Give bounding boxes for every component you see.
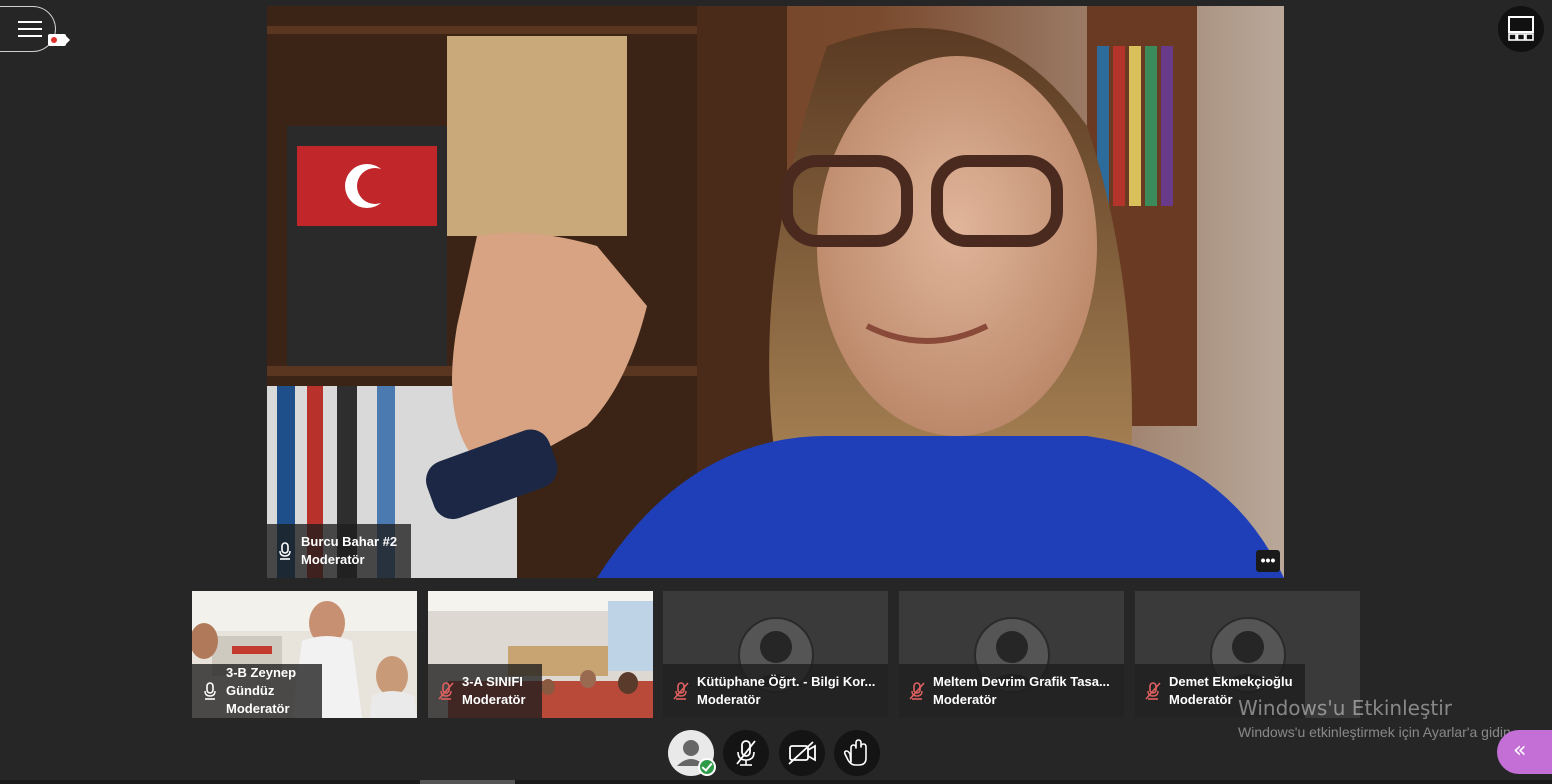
open-panel-button[interactable]: « xyxy=(1497,730,1552,774)
layout-grid-icon xyxy=(1508,16,1534,41)
participant-tile[interactable]: Kütüphane Öğrt. - Bilgi Kor... Moderatör xyxy=(663,591,888,718)
participant-tile[interactable]: 3-A SINIFI Moderatör xyxy=(428,591,653,718)
participant-role: Moderatör xyxy=(462,692,526,707)
participant-name: Kütüphane Öğrt. - Bilgi Kor... xyxy=(697,674,876,689)
participant-tile[interactable]: Meltem Devrim Grafik Tasa... Moderatör xyxy=(899,591,1124,718)
participant-name: 3-A SINIFI xyxy=(462,674,523,689)
activation-watermark-title: Windows'u Etkinleştir xyxy=(1238,696,1453,720)
hand-icon xyxy=(843,739,867,766)
available-status-icon xyxy=(698,758,716,776)
active-speaker-video[interactable]: Burcu Bahar #2 Moderatör ••• xyxy=(267,6,1284,578)
microphone-muted-icon xyxy=(736,740,756,766)
participant-name-plate: 3-A SINIFI Moderatör xyxy=(428,664,542,718)
layout-toggle-button[interactable] xyxy=(1498,6,1544,52)
microphone-muted-icon xyxy=(909,682,925,700)
microphone-icon xyxy=(204,682,216,700)
recording-camera-icon xyxy=(48,34,70,46)
raise-hand-button[interactable] xyxy=(834,730,880,776)
participant-tile[interactable]: 3-B Zeynep Gündüz Moderatör xyxy=(192,591,417,718)
participant-name: Meltem Devrim Grafik Tasa... xyxy=(933,674,1110,689)
hamburger-icon xyxy=(18,21,42,37)
double-chevron-left-icon: « xyxy=(1513,738,1527,763)
camera-toggle-button[interactable] xyxy=(779,730,825,776)
participant-name: Demet Ekmekçioğlu xyxy=(1169,674,1293,689)
participant-name-plate: Meltem Devrim Grafik Tasa... Moderatör xyxy=(899,664,1124,718)
participant-name-plate: 3-B Zeynep Gündüz Moderatör xyxy=(192,664,322,718)
my-status-button[interactable] xyxy=(668,730,716,776)
microphone-muted-icon xyxy=(1145,682,1161,700)
participant-name-plate: Kütüphane Öğrt. - Bilgi Kor... Moderatör xyxy=(663,664,888,718)
activation-watermark-subtitle: Windows'u etkinleştirmek için Ayarlar'a … xyxy=(1238,724,1515,740)
speaker-name-plate: Burcu Bahar #2 Moderatör xyxy=(267,524,411,578)
participant-role: Moderatör xyxy=(226,701,290,716)
participant-name: 3-B Zeynep Gündüz xyxy=(226,665,297,698)
more-options-button[interactable]: ••• xyxy=(1256,550,1280,572)
microphone-muted-icon xyxy=(673,682,689,700)
collaborate-session: Burcu Bahar #2 Moderatör ••• 3-B Zeynep … xyxy=(0,0,1552,784)
speaker-name: Burcu Bahar #2 xyxy=(301,534,398,549)
microphone-icon xyxy=(279,542,291,560)
participant-role: Moderatör xyxy=(933,692,997,707)
microphone-muted-icon xyxy=(438,682,454,700)
camera-off-icon xyxy=(788,741,816,765)
taskbar-edge xyxy=(0,780,1552,784)
speaker-role: Moderatör xyxy=(301,552,365,567)
microphone-toggle-button[interactable] xyxy=(723,730,769,776)
participant-role: Moderatör xyxy=(697,692,761,707)
speaker-video-frame xyxy=(267,6,1284,578)
